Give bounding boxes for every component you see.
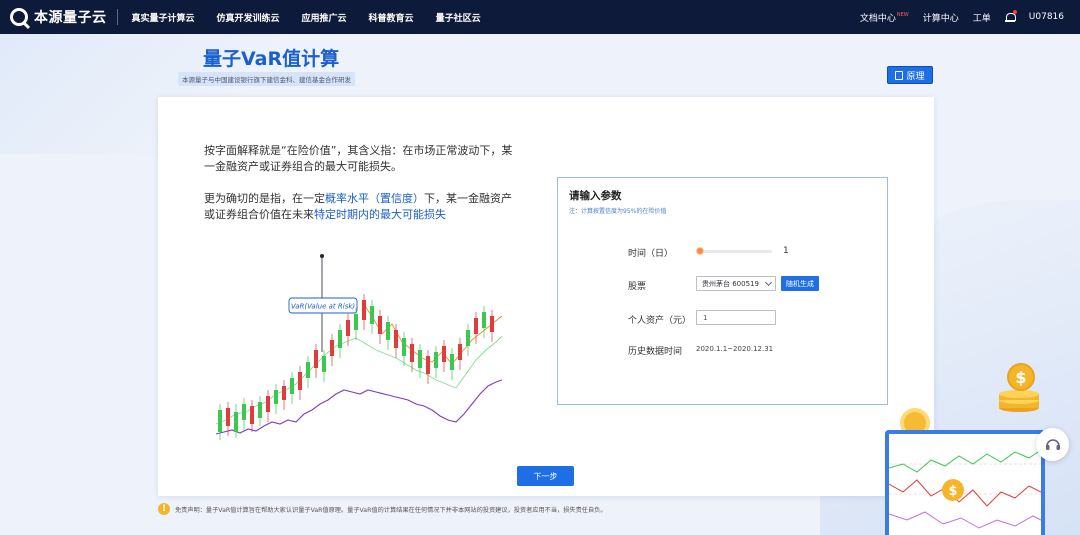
var-illustration-chart: VaR(Value at Risk) [215, 254, 503, 440]
asset-label: 个人资产（元） [628, 316, 692, 326]
var-label-text: VaR(Value at Risk) [291, 303, 356, 311]
history-value: 2020.1.1~2020.12.31 [696, 345, 774, 353]
chevron-down-icon [764, 278, 773, 287]
time-value: 1 [783, 246, 789, 256]
params-title: 请输入参数 [569, 190, 622, 202]
nav-item-education[interactable]: 科普教育云 [369, 11, 414, 24]
page-title: 量子VaR值计算 [203, 48, 340, 70]
next-step-button[interactable]: 下一步 [517, 466, 574, 486]
nav-item-community[interactable]: 量子社区云 [436, 11, 481, 24]
stock-select-value: 贵州茅台 600519 [702, 279, 759, 288]
random-generate-button[interactable]: 随机生成 [781, 276, 819, 291]
intro-paragraph-1: 按字面解释就是“在险价值”，其含义指：在市场正常波动下，某一金融资产或证券组合的… [204, 144, 513, 173]
highlight-max-loss: 特定时期内的最大可能损失 [314, 208, 446, 221]
coin-stack-icon: $ [999, 363, 1039, 412]
right-nav: 文档中心NEW 计算中心 工单 U07816 [860, 10, 1064, 24]
theory-button-label: 原理 [906, 71, 925, 82]
warning-icon: ! [158, 503, 170, 515]
nav-tickets-link[interactable]: 工单 [973, 11, 991, 24]
brand-name: 本源量子云 [34, 10, 107, 26]
customer-service-button[interactable] [1036, 428, 1069, 461]
nav-docs-label: 文档中心 [859, 13, 896, 24]
candlestick-series [218, 294, 494, 440]
theory-button[interactable]: 原理 [887, 66, 933, 84]
time-label: 时间（日） [628, 249, 674, 259]
nav-docs-link[interactable]: 文档中心NEW [860, 11, 909, 24]
laptop-coin-symbol: $ [948, 484, 957, 499]
bell-icon[interactable] [1004, 10, 1017, 22]
headset-icon [1045, 438, 1060, 450]
disclaimer-text: 免责声明：量子VaR值计算旨在帮助大家认识量子VaR值原理。量子VaR值的计算结… [175, 506, 607, 514]
params-note: 注：计算按置信度为95%的在险价值 [569, 208, 667, 215]
stock-select[interactable]: 贵州茅台 600519 [696, 276, 776, 291]
logo-divider [116, 9, 118, 25]
stock-label: 股票 [628, 282, 647, 292]
nav-item-application[interactable]: 应用推广云 [302, 11, 347, 24]
page-subtitle: 本源量子与中国建设银行旗下建信金科、建信基金合作研发 [178, 72, 355, 86]
brand-logo[interactable]: 本源量子云 [10, 0, 107, 34]
new-badge: NEW [896, 11, 909, 18]
laptop-screen-chart: $ [888, 434, 1042, 535]
nav-compute-link[interactable]: 计算中心 [923, 11, 959, 24]
top-navigation-bar: 本源量子云 真实量子计算云 仿真开发训练云 应用推广云 科普教育云 量子社区云 … [0, 0, 1080, 34]
notification-dot [1012, 10, 1017, 14]
coin-symbol: $ [1015, 368, 1026, 387]
logo-mark-icon [10, 8, 28, 26]
document-icon [895, 70, 904, 80]
nav-item-real-quantum[interactable]: 真实量子计算云 [132, 11, 195, 24]
disclaimer: ! 免责声明：量子VaR值计算旨在帮助大家认识量子VaR值原理。量子VaR值的计… [158, 503, 607, 515]
time-slider[interactable] [696, 247, 772, 255]
decorative-laptop: $ [885, 430, 1045, 535]
history-label: 历史数据时间 [628, 347, 683, 357]
var-pointer-dot [320, 254, 324, 258]
time-slider-handle[interactable] [696, 247, 704, 255]
intro-paragraph-2: 更为确切的是指，在一定概率水平（置信度）下，某一金融资产或证券组合价值在未来特定… [204, 191, 520, 223]
parameters-panel: 请输入参数 注：计算按置信度为95%的在险价值 时间（日） 1 股票 贵州茅台 … [557, 177, 888, 405]
intro-text-a: 更为确切的是指，在一定 [204, 192, 325, 205]
main-nav: 真实量子计算云 仿真开发训练云 应用推广云 科普教育云 量子社区云 [132, 11, 481, 24]
asset-input[interactable] [696, 310, 776, 325]
user-account[interactable]: U07816 [1029, 12, 1064, 22]
nav-item-simulation[interactable]: 仿真开发训练云 [217, 11, 280, 24]
highlight-confidence: 概率水平（置信度） [325, 192, 424, 205]
